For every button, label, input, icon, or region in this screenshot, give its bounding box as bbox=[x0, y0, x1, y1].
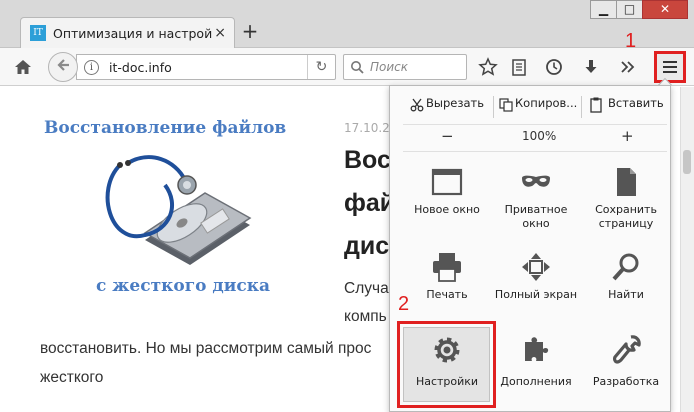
bookmark-star-icon[interactable] bbox=[477, 56, 499, 78]
new-tab-button[interactable]: + bbox=[240, 19, 260, 43]
fullscreen-button[interactable]: Полный экран bbox=[493, 252, 579, 328]
open-menu-button[interactable] bbox=[654, 51, 686, 83]
article-heading-line-2: фай bbox=[344, 189, 396, 217]
addons-button[interactable]: Дополнения bbox=[493, 335, 579, 411]
tab-active[interactable]: IT Оптимизация и настройка × bbox=[20, 17, 235, 48]
paste-clipboard-icon bbox=[590, 97, 602, 113]
hard-drive-stethoscope-image bbox=[105, 155, 252, 265]
search-icon bbox=[351, 61, 364, 74]
overflow-chevron-icon[interactable] bbox=[617, 56, 639, 78]
maximize-button[interactable]: □ bbox=[616, 0, 643, 19]
article-heading-line-3: дис bbox=[344, 232, 390, 260]
save-page-label: Сохранить страницу bbox=[595, 203, 657, 230]
private-mask-icon bbox=[522, 175, 550, 187]
annotation-number-1: 1 bbox=[625, 30, 637, 52]
article-date: 17.10.2 bbox=[344, 121, 390, 135]
download-arrow-icon[interactable] bbox=[580, 56, 602, 78]
site-info-icon[interactable]: i bbox=[84, 60, 99, 75]
url-bar[interactable]: i it-doc.info ↻ bbox=[76, 54, 336, 80]
edit-separator bbox=[581, 96, 582, 118]
addons-label: Дополнения bbox=[500, 375, 572, 388]
zoom-controls-row: − 100% + bbox=[403, 124, 667, 152]
article-body-line-3: восстановить. Но мы рассмотрим самый про… bbox=[40, 340, 372, 357]
developer-button[interactable]: Разработка bbox=[583, 335, 669, 411]
page-scrollbar[interactable] bbox=[680, 87, 694, 412]
edit-separator bbox=[493, 96, 494, 118]
settings-annotation-box bbox=[397, 321, 496, 408]
copy-icon bbox=[499, 98, 513, 112]
fullscreen-label: Полный экран bbox=[494, 288, 578, 301]
zoom-reset-button[interactable]: 100% bbox=[522, 129, 556, 143]
site-favicon-icon: IT bbox=[30, 25, 46, 41]
new-window-label: Новое окно bbox=[414, 203, 480, 216]
reader-list-icon[interactable] bbox=[508, 56, 530, 78]
scissors-icon bbox=[410, 98, 424, 112]
article-heading-line-1: Вос bbox=[344, 146, 391, 174]
puzzle-icon bbox=[525, 337, 549, 361]
article-body-line-1: Случа bbox=[344, 280, 389, 297]
edit-controls-row: Вырезать Копиров... Вставить bbox=[403, 92, 667, 120]
zoom-in-button[interactable]: + bbox=[621, 127, 634, 145]
find-icon bbox=[612, 253, 639, 281]
zoom-out-button[interactable]: − bbox=[441, 127, 454, 145]
find-button[interactable]: Найти bbox=[583, 252, 669, 328]
print-button[interactable]: Печать bbox=[404, 252, 490, 328]
hamburger-icon bbox=[663, 61, 677, 76]
private-window-label: Приватное окно bbox=[504, 203, 568, 230]
private-window-button[interactable]: Приватное окно bbox=[493, 167, 579, 243]
copy-button[interactable]: Копиров... bbox=[515, 96, 577, 110]
new-window-button[interactable]: Новое окно bbox=[404, 167, 490, 243]
save-page-icon bbox=[617, 168, 636, 196]
home-icon[interactable] bbox=[12, 56, 34, 78]
tab-title: Оптимизация и настройка bbox=[53, 26, 213, 41]
scrollbar-thumb[interactable] bbox=[683, 150, 691, 174]
minimize-button[interactable]: ▁ bbox=[590, 0, 617, 19]
save-page-button[interactable]: Сохранить страницу bbox=[583, 167, 669, 243]
article-body-line-4: жесткого bbox=[40, 369, 104, 386]
tab-close-icon[interactable]: × bbox=[214, 25, 226, 41]
url-text[interactable]: it-doc.info bbox=[109, 60, 172, 75]
search-bar[interactable]: Поиск bbox=[343, 54, 467, 80]
back-arrow-icon bbox=[57, 59, 69, 71]
find-label: Найти bbox=[608, 288, 644, 301]
close-window-button[interactable]: ✕ bbox=[642, 0, 688, 19]
fullscreen-icon bbox=[522, 253, 550, 281]
new-window-icon bbox=[431, 168, 463, 196]
printer-icon bbox=[433, 253, 461, 282]
image-caption-text: с жесткого диска bbox=[96, 276, 271, 296]
history-clock-icon[interactable] bbox=[543, 56, 565, 78]
article-body-line-2: компь bbox=[344, 308, 387, 325]
navigation-bar: i it-doc.info ↻ Поиск bbox=[0, 48, 694, 86]
developer-label: Разработка bbox=[592, 375, 660, 388]
search-placeholder: Поиск bbox=[370, 60, 409, 74]
image-title-text: Восстановление файлов bbox=[44, 118, 287, 138]
wrench-icon bbox=[613, 335, 641, 364]
paste-button[interactable]: Вставить bbox=[608, 96, 664, 110]
print-label: Печать bbox=[426, 288, 468, 301]
annotation-number-2: 2 bbox=[398, 293, 410, 315]
reload-icon[interactable]: ↻ bbox=[307, 55, 335, 79]
cut-button[interactable]: Вырезать bbox=[426, 96, 484, 110]
